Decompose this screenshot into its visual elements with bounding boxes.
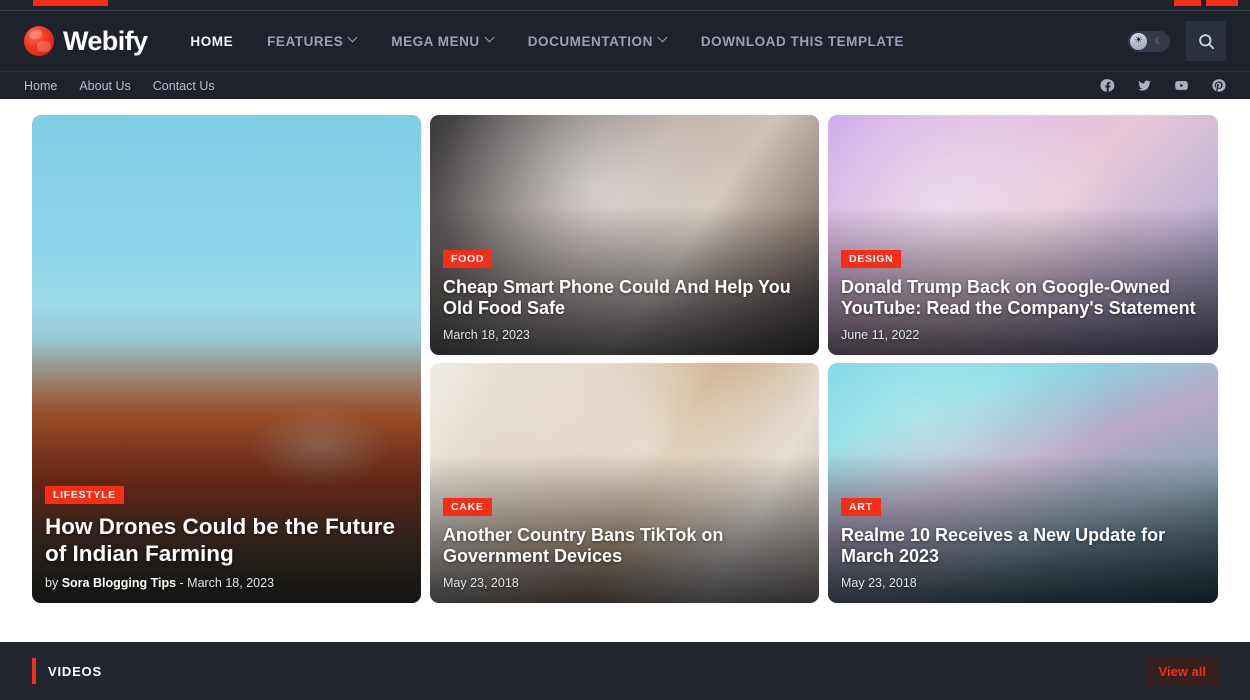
theme-toggle[interactable]: ☀ ☾ [1128,30,1170,52]
post-date: June 11, 2022 [841,328,920,342]
post-meta-separator: - [176,576,188,590]
chevron-down-icon [349,34,357,42]
post-date: March 18, 2023 [443,328,530,342]
nav-item-features[interactable]: FEATURES [250,34,374,49]
secondary-navigation: Home About Us Contact Us [0,71,1250,99]
social-links [1100,78,1226,93]
post-title[interactable]: Cheap Smart Phone Could And Help You Old… [443,277,803,320]
category-badge[interactable]: DESIGN [841,249,902,268]
search-button[interactable] [1186,21,1226,61]
nav-item-label: DOWNLOAD THIS TEMPLATE [700,33,904,49]
post-meta: by Sora Blogging Tips - March 18, 2023 [45,576,405,590]
secondary-nav-links: Home About Us Contact Us [24,79,215,93]
sun-icon: ☀ [1130,32,1147,50]
top-accent-segment-left [33,0,108,6]
chevron-down-icon [659,34,667,42]
featured-card-cake[interactable]: CAKE Another Country Bans TikTok on Gove… [430,363,819,603]
post-content: DESIGN Donald Trump Back on Google-Owned… [841,249,1202,342]
post-meta-prefix: by [45,576,62,590]
category-badge[interactable]: ART [841,497,881,516]
nav-item-home[interactable]: HOME [173,34,250,49]
site-logo[interactable]: Webify [24,25,148,57]
section-title: VIDEOS [48,663,102,679]
nav-item-label: DOCUMENTATION [527,33,653,49]
top-accent-strip [0,0,1250,11]
post-content: CAKE Another Country Bans TikTok on Gove… [443,497,803,590]
post-date: May 23, 2018 [443,576,519,590]
section-accent-bar [32,658,36,684]
category-badge[interactable]: CAKE [443,497,492,516]
nav-item-label: FEATURES [267,33,344,49]
featured-posts-grid: LIFESTYLE How Drones Could be the Future… [0,99,1250,603]
post-content: ART Realme 10 Receives a New Update for … [841,497,1202,590]
nav-item-label: MEGA MENU [391,33,480,49]
header-divider [0,10,1250,11]
post-date: May 23, 2018 [841,576,917,590]
chevron-down-icon [486,34,494,42]
featured-card-design[interactable]: DESIGN Donald Trump Back on Google-Owned… [828,115,1218,355]
nav-item-mega-menu[interactable]: MEGA MENU [374,34,510,49]
post-title[interactable]: Another Country Bans TikTok on Governmen… [443,525,803,568]
facebook-icon[interactable] [1100,78,1115,93]
twitter-icon[interactable] [1137,78,1152,93]
view-all-button[interactable]: View all [1144,656,1220,686]
post-content: LIFESTYLE How Drones Could be the Future… [45,485,405,590]
post-title[interactable]: How Drones Could be the Future of Indian… [45,513,405,567]
subnav-item-home[interactable]: Home [24,79,57,93]
top-accent-segment-right-2 [1206,0,1238,6]
featured-card-food[interactable]: FOOD Cheap Smart Phone Could And Help Yo… [430,115,819,355]
moon-icon: ☾ [1154,35,1163,46]
globe-icon [24,26,54,56]
videos-section: VIDEOS View all [0,642,1250,700]
site-header: Webify HOME FEATURES MEGA MENU DOCUMENTA… [0,11,1250,71]
subnav-item-contact-us[interactable]: Contact Us [153,79,215,93]
search-icon [1198,33,1214,49]
post-content: FOOD Cheap Smart Phone Could And Help Yo… [443,249,803,342]
section-heading: VIDEOS [32,658,102,684]
category-badge[interactable]: FOOD [443,249,493,268]
header-actions: ☀ ☾ [1128,21,1226,61]
category-badge[interactable]: LIFESTYLE [45,486,124,504]
main-navigation: HOME FEATURES MEGA MENU DOCUMENTATION DO… [173,34,921,49]
nav-item-label: HOME [190,33,234,49]
featured-card-art[interactable]: ART Realme 10 Receives a New Update for … [828,363,1218,603]
nav-item-download-this-template[interactable]: DOWNLOAD THIS TEMPLATE [684,34,921,49]
post-title[interactable]: Donald Trump Back on Google-Owned YouTub… [841,277,1202,320]
brand-name: Webify [63,25,148,56]
subnav-item-about-us[interactable]: About Us [79,79,130,93]
youtube-icon[interactable] [1174,78,1189,93]
featured-card-primary[interactable]: LIFESTYLE How Drones Could be the Future… [32,115,421,603]
pinterest-icon[interactable] [1211,78,1226,93]
nav-item-documentation[interactable]: DOCUMENTATION [511,34,684,49]
post-author[interactable]: Sora Blogging Tips [62,576,176,590]
top-accent-segment-right-1 [1174,0,1201,6]
post-title[interactable]: Realme 10 Receives a New Update for Marc… [841,525,1202,568]
post-date: March 18, 2023 [187,576,275,590]
